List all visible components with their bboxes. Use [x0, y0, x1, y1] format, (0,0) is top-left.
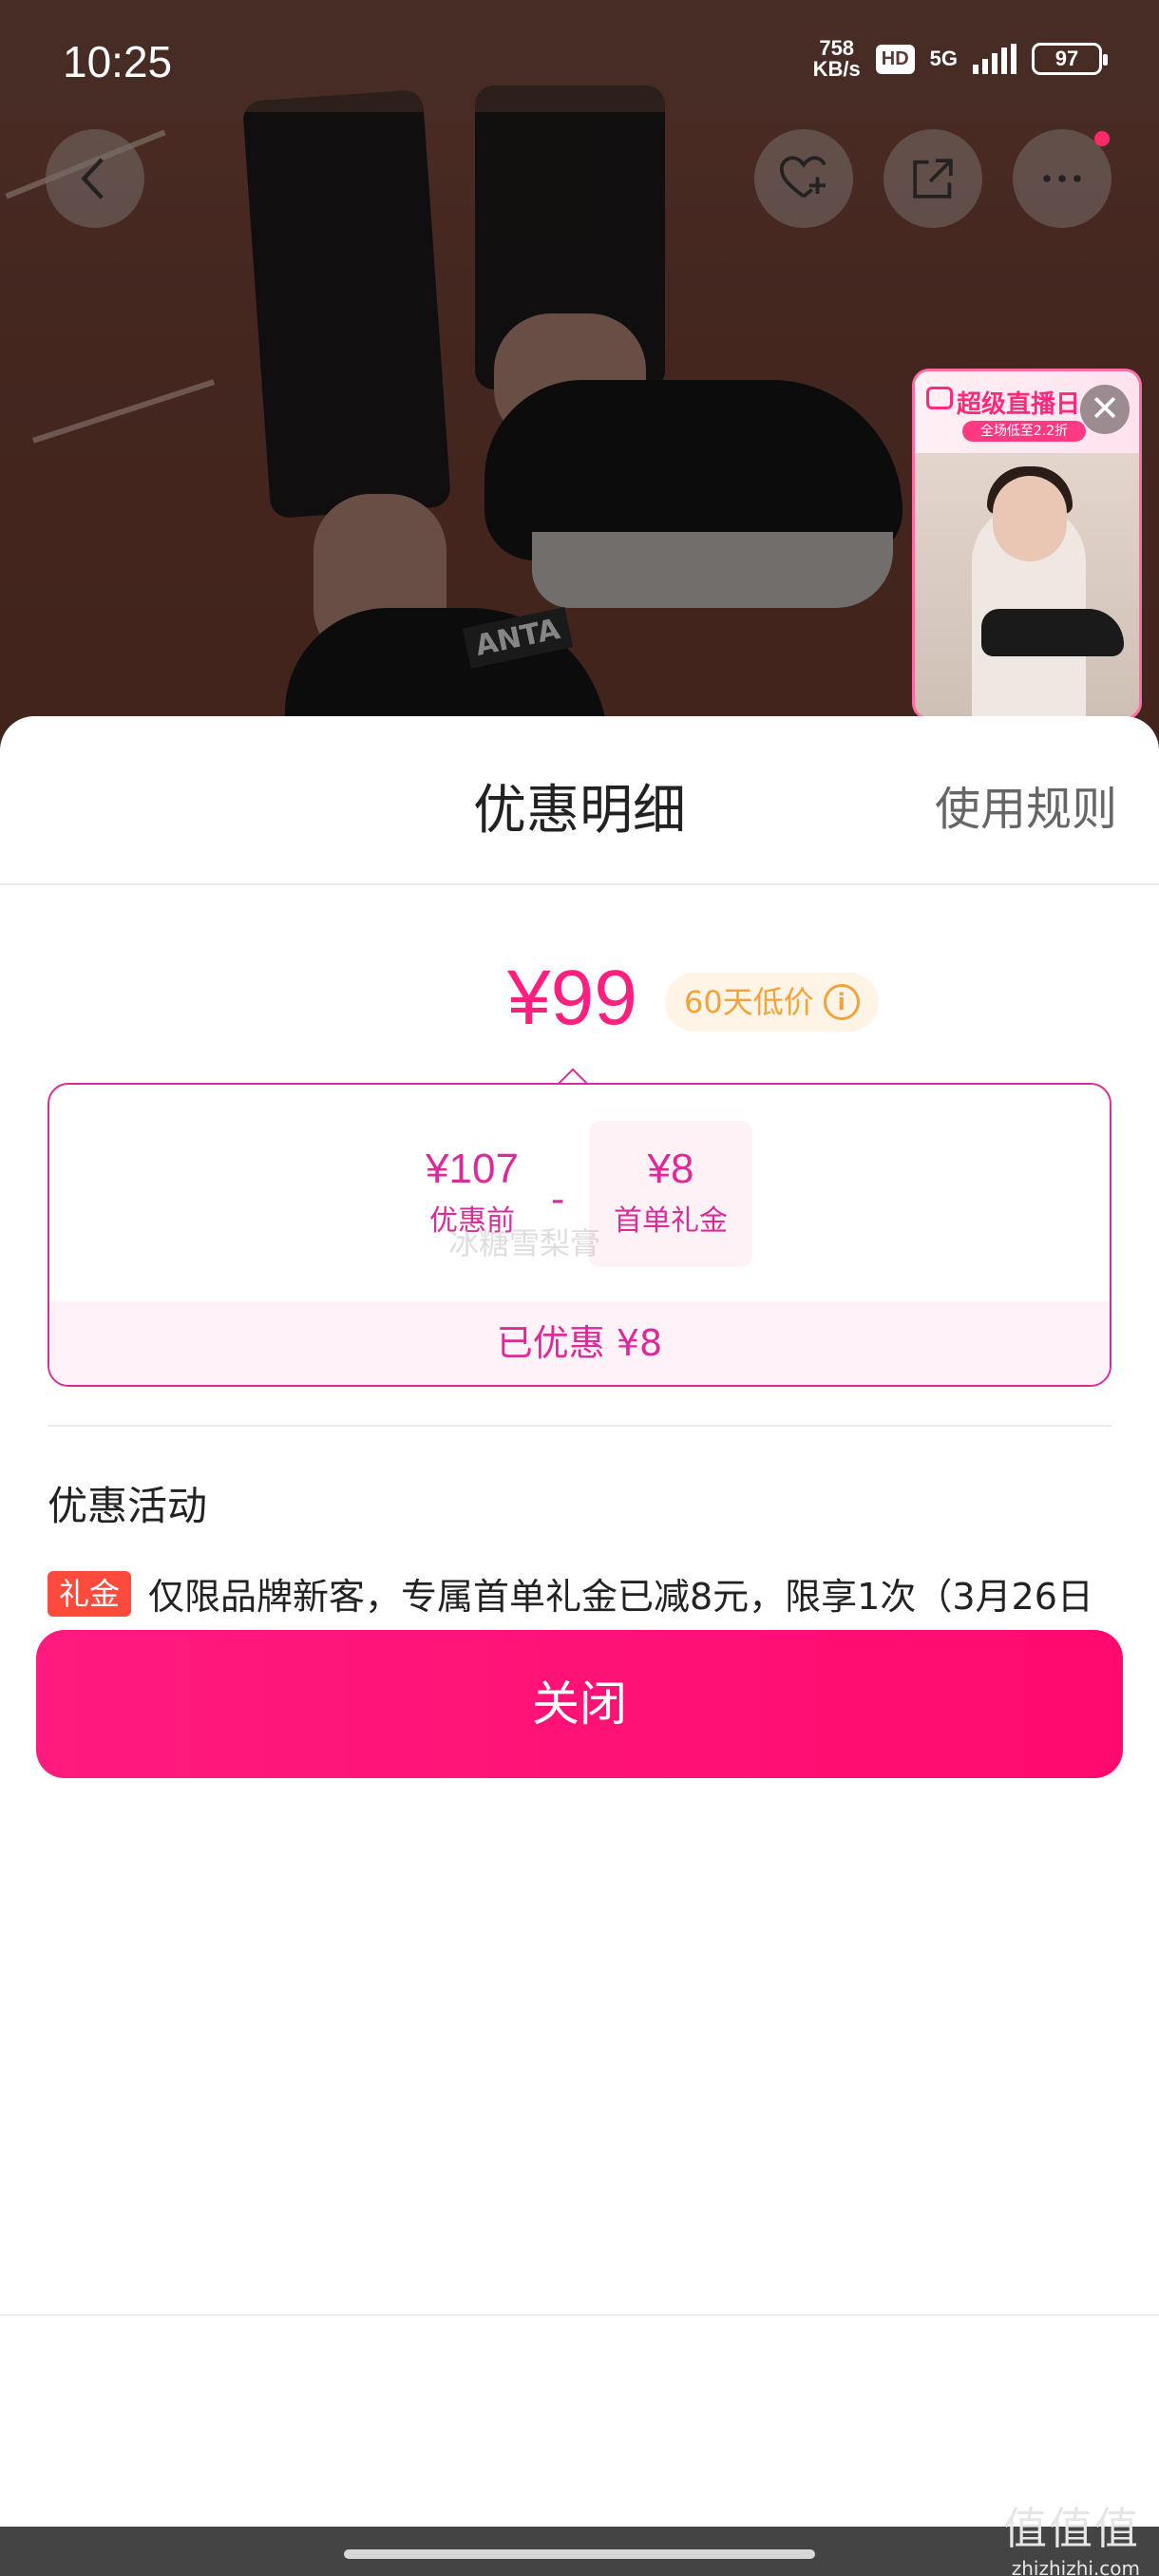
network-speed: 758 KB/s — [813, 38, 861, 80]
live-host-head — [993, 476, 1067, 561]
signal-icon — [973, 44, 1016, 74]
more-button[interactable] — [1013, 129, 1112, 228]
price-row: ¥99 60天低价 i — [0, 954, 1159, 1049]
live-close-button[interactable]: ✕ — [1080, 385, 1130, 434]
price-calculation-box: ¥107 优惠前 - ¥8 首单礼金 冰糖雪梨膏 已优惠 ¥8 — [48, 1083, 1112, 1387]
home-gesture-handle[interactable] — [344, 2549, 815, 2559]
favorite-button[interactable] — [754, 129, 853, 228]
final-price: ¥99 — [507, 955, 637, 1041]
network-type: 5G — [929, 47, 958, 70]
more-dots-icon — [1043, 175, 1081, 182]
live-subtitle: 全场低至2.2折 — [962, 421, 1086, 442]
watermark-text: 冰糖雪梨膏 — [448, 1225, 601, 1261]
coupon-amount: ¥8 — [647, 1146, 694, 1192]
heart-plus-icon — [779, 156, 826, 199]
network-speed-value: 758 — [819, 36, 855, 60]
saved-amount-bar: 已优惠 ¥8 — [49, 1301, 1110, 1385]
live-shoe — [981, 609, 1124, 656]
divider — [48, 1425, 1112, 1427]
gift-money-tag: 礼金 — [48, 1571, 132, 1617]
live-title: 超级直播日 — [957, 390, 1081, 419]
low-price-label: 60天低价 — [684, 984, 814, 1020]
usage-rules-link[interactable]: 使用规则 — [935, 771, 1117, 838]
share-icon — [913, 159, 953, 199]
tv-icon — [926, 387, 953, 409]
activities-title: 优惠活动 — [48, 1483, 208, 1529]
divider — [0, 2314, 1159, 2316]
status-bar: 10:25 758 KB/s HD 5G 97 — [0, 0, 1159, 112]
coupon-label: 首单礼金 — [614, 1204, 728, 1238]
site-watermark: 值值值 zhizhizhi.com — [1003, 2494, 1140, 2576]
coupon-item: ¥8 首单礼金 — [589, 1146, 752, 1239]
original-price-amount: ¥107 — [426, 1146, 519, 1192]
minus-operator: - — [551, 1178, 565, 1222]
back-button[interactable] — [46, 129, 144, 228]
status-time: 10:25 — [63, 37, 173, 86]
hd-icon: HD — [875, 44, 915, 74]
site-watermark-logo: 值值值 — [1003, 2503, 1140, 2554]
battery-icon: 97 — [1032, 43, 1108, 75]
share-button[interactable] — [884, 129, 982, 228]
site-watermark-url: zhizhizhi.com — [1011, 2557, 1140, 2576]
low-price-badge[interactable]: 60天低价 i — [665, 973, 879, 1032]
network-speed-unit: KB/s — [812, 57, 861, 81]
live-stream-window[interactable]: 超级直播日 全场低至2.2折 ✕ — [912, 369, 1142, 720]
notification-dot — [1094, 131, 1110, 146]
chevron-left-icon — [81, 158, 104, 199]
close-button[interactable]: 关闭 — [36, 1630, 1123, 1778]
divider — [0, 883, 1159, 885]
info-icon[interactable]: i — [823, 984, 860, 1020]
